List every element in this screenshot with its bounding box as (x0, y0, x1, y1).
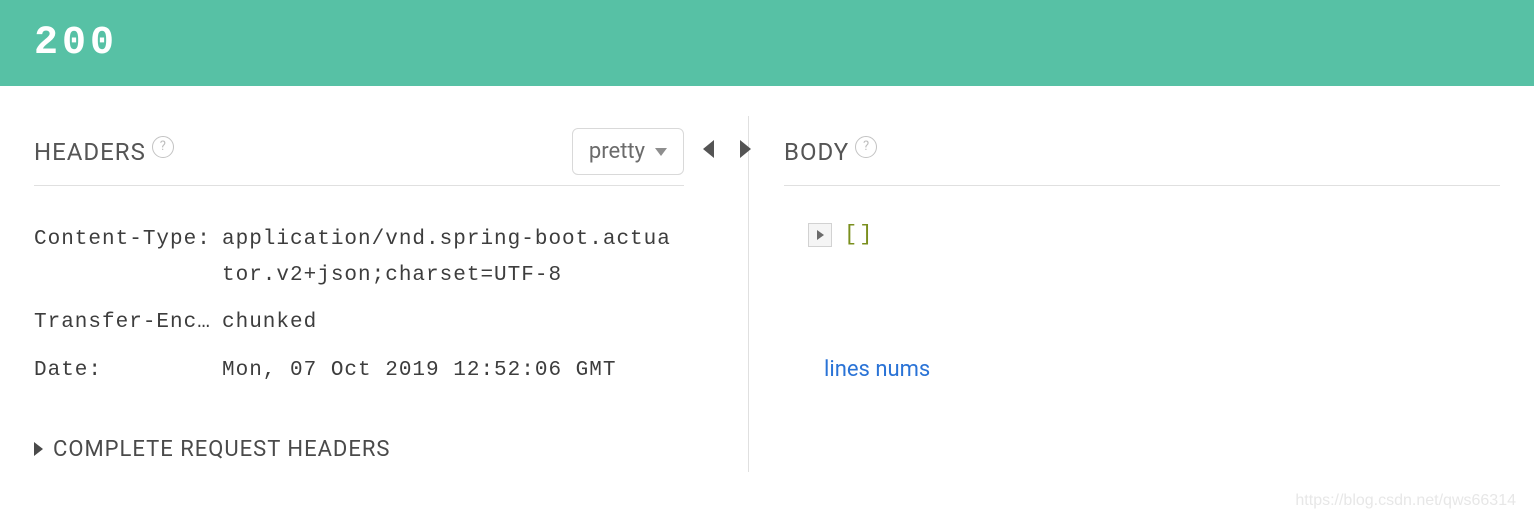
header-value: application/vnd.spring-boot.actuator.v2+… (222, 222, 684, 293)
chevron-down-icon (655, 148, 667, 156)
headers-title: HEADERS (34, 138, 146, 166)
complete-request-headers-toggle[interactable]: COMPLETE REQUEST HEADERS (34, 437, 684, 462)
headers-table: Content-Type: application/vnd.spring-boo… (34, 222, 684, 389)
body-section-header: BODY ? (784, 126, 1500, 186)
help-icon[interactable]: ? (152, 136, 174, 158)
body-title-wrap: BODY ? (784, 138, 877, 166)
header-row: Content-Type: application/vnd.spring-boo… (34, 222, 684, 293)
body-title: BODY (784, 138, 849, 166)
status-code: 200 (34, 21, 118, 66)
lines-nums-link[interactable]: lines nums (824, 357, 1500, 382)
header-row: Transfer-Enc… chunked (34, 305, 684, 341)
headers-section-header: HEADERS ? pretty (34, 126, 684, 186)
collapse-right-icon[interactable] (740, 140, 751, 158)
chevron-right-icon (34, 442, 43, 456)
headers-format-select[interactable]: pretty (572, 128, 684, 175)
header-value: chunked (222, 305, 684, 341)
json-preview: [] (844, 222, 874, 247)
header-value: Mon, 07 Oct 2019 12:52:06 GMT (222, 353, 684, 389)
pane-divider[interactable] (748, 116, 749, 472)
header-row: Date: Mon, 07 Oct 2019 12:52:06 GMT (34, 353, 684, 389)
help-icon[interactable]: ? (855, 136, 877, 158)
header-key: Transfer-Enc… (34, 305, 222, 341)
headers-title-wrap: HEADERS ? (34, 138, 174, 166)
watermark: https://blog.csdn.net/qws66314 (1295, 492, 1516, 510)
chevron-right-icon (817, 230, 824, 240)
body-pane: BODY ? [] lines nums (714, 126, 1500, 462)
headers-format-label: pretty (589, 139, 645, 164)
header-key: Date: (34, 353, 222, 389)
json-expand-button[interactable] (808, 223, 832, 247)
collapse-left-icon[interactable] (703, 140, 714, 158)
status-bar: 200 (0, 0, 1534, 86)
complete-headers-label: COMPLETE REQUEST HEADERS (53, 437, 391, 462)
json-root-row: [] (808, 222, 1500, 247)
headers-pane: HEADERS ? pretty Content-Type: applicati… (34, 126, 714, 462)
header-key: Content-Type: (34, 222, 222, 293)
body-content: [] lines nums (784, 222, 1500, 382)
response-content: HEADERS ? pretty Content-Type: applicati… (0, 86, 1534, 462)
